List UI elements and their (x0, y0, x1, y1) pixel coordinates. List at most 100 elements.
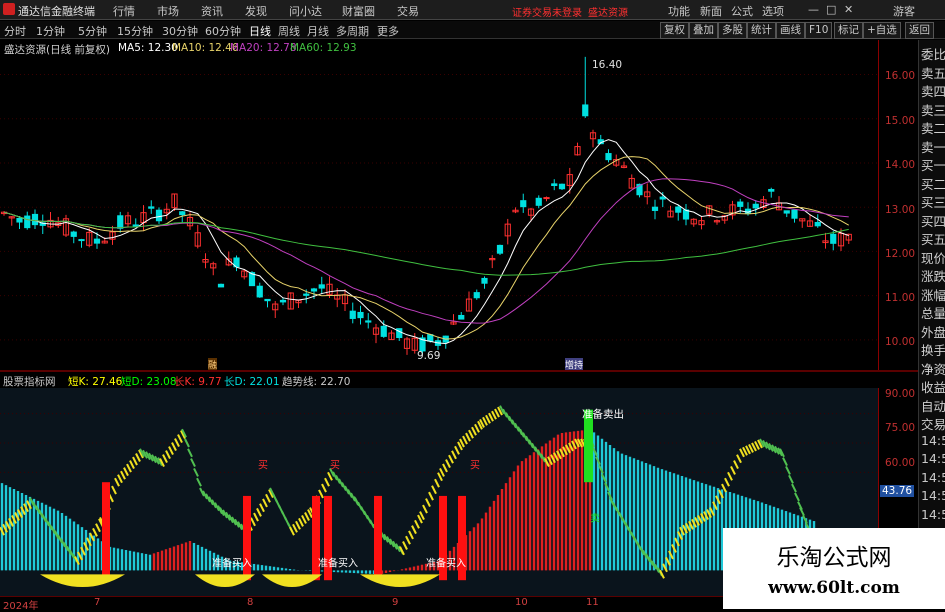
short-trend-segment (431, 485, 437, 495)
candle-body (318, 284, 325, 289)
menu-item-财富圈[interactable]: 财富圈 (342, 3, 375, 19)
period-tab-月线[interactable]: 月线 (307, 23, 329, 39)
short-trend-segment (402, 541, 408, 550)
candle-body (768, 188, 775, 192)
window-close-button[interactable]: ✕ (844, 3, 853, 16)
period-tab-分时[interactable]: 分时 (4, 23, 26, 39)
date-tick: 11 (586, 597, 599, 608)
candle-body (582, 104, 589, 117)
candle-body (256, 285, 263, 298)
high-price-label: 16.40 (592, 59, 623, 71)
candle-body (651, 206, 659, 211)
short-trend-segment (114, 477, 120, 487)
app-logo-icon (3, 3, 15, 15)
tool-复权-button[interactable]: 复权 (660, 22, 689, 39)
tool-返回-button[interactable]: 返回 (905, 22, 934, 39)
side-panel-label: 买二 (921, 176, 945, 192)
short-d-label: 短D: 23.08 (121, 376, 177, 388)
price-tick: 12.00 (885, 248, 916, 260)
short-trend-segment (442, 463, 448, 473)
menu-item-资讯[interactable]: 资讯 (201, 3, 223, 19)
period-tab-更多[interactable]: 更多 (377, 23, 399, 39)
menu-item-行情[interactable]: 行情 (113, 3, 135, 19)
menu-item-交易[interactable]: 交易 (397, 3, 419, 19)
short-trend-segment (414, 519, 420, 529)
menu-item-功能[interactable]: 功能 (668, 3, 690, 19)
sell-signal-text: 卖 (590, 512, 600, 524)
indicator-name[interactable]: 股票指标网 (3, 374, 56, 389)
side-panel-label: 卖四 (921, 84, 945, 99)
trend-line-label: 趋势线: 22.70 (282, 376, 351, 388)
candle-body (78, 239, 85, 242)
long-d-label: 长D: 22.01 (224, 376, 280, 388)
low-price-label: 9.69 (417, 350, 441, 362)
menu-item-新面[interactable]: 新面 (700, 3, 722, 19)
candle-body (675, 206, 682, 213)
tool-统计-button[interactable]: 统计 (747, 22, 776, 39)
short-trend-segment (445, 459, 451, 469)
menu-item-发现[interactable]: 发现 (245, 3, 267, 19)
guest-label[interactable]: 游客 (893, 3, 915, 19)
candle-body (830, 233, 837, 244)
period-tab-30分钟[interactable]: 30分钟 (162, 23, 198, 39)
candle-body (155, 209, 163, 222)
prepare-buy-text: 准备买入 (318, 556, 358, 569)
tool-多股-button[interactable]: 多股 (718, 22, 747, 39)
window-maximize-button[interactable]: □ (826, 3, 836, 16)
side-panel-label: 14:5 (921, 506, 945, 522)
stock-name-link[interactable]: 盛达资源 (588, 4, 628, 19)
period-tab-周线[interactable]: 周线 (278, 23, 300, 39)
menu-item-问小达[interactable]: 问小达 (289, 3, 322, 19)
short-trend-segment (727, 471, 733, 481)
short-trend-segment (474, 423, 480, 433)
watermark-url: www.60lt.com (768, 578, 900, 598)
kline-chart[interactable]: 盛达资源(日线 前复权) MA5: 12.30 MA10: 12.46 MA20… (0, 40, 878, 371)
period-tab-日线[interactable]: 日线 (249, 23, 271, 39)
period-tab-15分钟[interactable]: 15分钟 (117, 23, 153, 39)
login-notice-link[interactable]: 证券交易未登录 (512, 4, 582, 19)
short-trend-segment (301, 514, 307, 524)
short-trend-segment (129, 460, 135, 470)
window-minimize-button[interactable]: — (808, 3, 819, 16)
watermark-title: 乐淘公式网 (776, 545, 892, 571)
kline-svg (0, 56, 878, 355)
short-trend-segment (454, 445, 460, 455)
bottom-zone-area (195, 574, 255, 588)
candle-body (535, 197, 542, 206)
period-tab-5分钟[interactable]: 5分钟 (78, 23, 107, 39)
date-tick: 2024年 (3, 601, 39, 612)
menu-item-公式[interactable]: 公式 (731, 3, 753, 19)
short-trend-segment (165, 450, 171, 460)
short-trend-segment (324, 477, 330, 487)
short-trend-segment (259, 503, 265, 513)
quote-side-panel: 委比 卖五 卖四 卖三 卖二 卖一 买一 买二 买三 买四 买五 现价 涨跌 涨幅 总量 外盘 换手 净资 收益 自动… (918, 40, 945, 600)
short-trend-segment (422, 504, 428, 514)
candle-body (380, 325, 387, 337)
period-tab-60分钟[interactable]: 60分钟 (205, 23, 241, 39)
side-panel-label: 净资 (921, 361, 945, 377)
candle-body (473, 292, 480, 299)
menu-item-市场[interactable]: 市场 (157, 3, 179, 19)
short-trend-segment (298, 517, 304, 527)
candle-body (357, 311, 364, 319)
short-trend-segment (408, 530, 414, 540)
short-trend-segment (292, 523, 298, 533)
short-trend-segment (482, 416, 488, 426)
short-trend-segment (733, 460, 739, 470)
bottom-zone-area (40, 574, 125, 588)
ma-line-5 (3, 139, 849, 345)
tool-叠加-button[interactable]: 叠加 (689, 22, 718, 39)
short-trend-segment (485, 414, 491, 424)
indicator-header: 股票指标网 短K: 27.46 短D: 23.08 长K: 9.77 长D: 2… (0, 372, 878, 388)
tool-标记-button[interactable]: 标记 (834, 22, 863, 39)
short-trend-segment (256, 507, 262, 517)
bottom-zone-area (262, 574, 322, 588)
side-panel-label: 现价 (921, 250, 945, 266)
period-tab-1分钟[interactable]: 1分钟 (36, 23, 65, 39)
period-tab-多周期[interactable]: 多周期 (336, 23, 369, 39)
menu-item-选项[interactable]: 选项 (762, 3, 784, 19)
short-trend-segment (111, 485, 117, 495)
tool-F10-button[interactable]: F10 (805, 22, 833, 39)
tool-自选-button[interactable]: +自选 (863, 22, 901, 39)
tool-画线-button[interactable]: 画线 (776, 22, 805, 39)
